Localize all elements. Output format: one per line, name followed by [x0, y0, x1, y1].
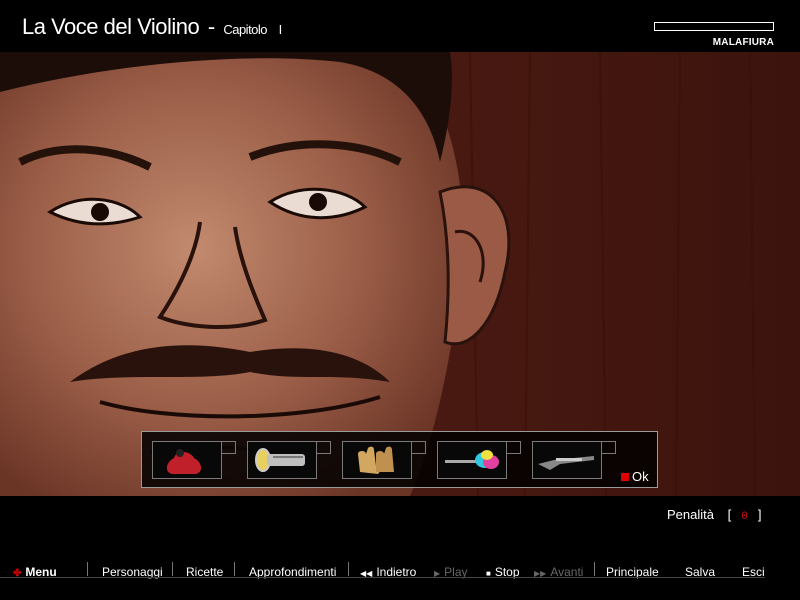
rifle-icon — [538, 456, 594, 470]
header-bar: La Voce del Violino - Capitolo I MALAFIU… — [0, 0, 800, 52]
slot-tab — [507, 441, 521, 454]
inventory-slot-1[interactable] — [152, 441, 236, 479]
character-portrait — [0, 52, 800, 496]
scene-illustration[interactable] — [0, 52, 800, 496]
penalty-label: Penalità — [667, 507, 714, 522]
slot-tab — [222, 441, 236, 454]
brand-logo: MALAFIURA — [712, 37, 774, 48]
bottom-menu-bar: ✤ Menu Personaggi Ricette Approfondimenti… — [0, 562, 800, 582]
gloves-icon — [358, 446, 394, 474]
slot-tab — [602, 441, 616, 454]
flashlight-icon — [255, 448, 305, 472]
penalty-value: 0 — [741, 511, 748, 523]
menu-underline — [0, 577, 765, 578]
title-chapter: Capitolo — [223, 22, 268, 37]
slot-tab — [317, 441, 331, 454]
feather-duster-icon — [445, 450, 499, 469]
ok-button[interactable]: Ok — [621, 469, 649, 484]
menu-divider — [234, 562, 235, 576]
title-main: La Voce del Violino — [22, 14, 200, 39]
slot-tab — [412, 441, 426, 454]
red-bag-icon — [166, 449, 202, 474]
page-title: La Voce del Violino - Capitolo I — [22, 14, 282, 40]
penalty-close-bracket: ] — [757, 507, 762, 522]
menu-divider — [348, 562, 349, 576]
inventory-slot-4[interactable] — [437, 441, 521, 479]
inventory-slot-3[interactable] — [342, 441, 426, 479]
ok-square-icon — [621, 473, 629, 481]
penalty-open-bracket: [ — [727, 507, 732, 522]
inventory-slot-5[interactable] — [532, 441, 616, 479]
ok-label: Ok — [632, 469, 649, 484]
inventory-bar: Ok — [141, 431, 658, 488]
menu-divider — [172, 562, 173, 576]
inventory-slot-2[interactable] — [247, 441, 331, 479]
title-separator: - — [207, 14, 215, 39]
menu-divider — [594, 562, 595, 576]
menu-divider — [87, 562, 88, 576]
penalty-counter: Penalità [0] — [667, 507, 761, 523]
title-chapter-number: I — [278, 22, 283, 37]
loading-progress-bar — [654, 22, 774, 31]
